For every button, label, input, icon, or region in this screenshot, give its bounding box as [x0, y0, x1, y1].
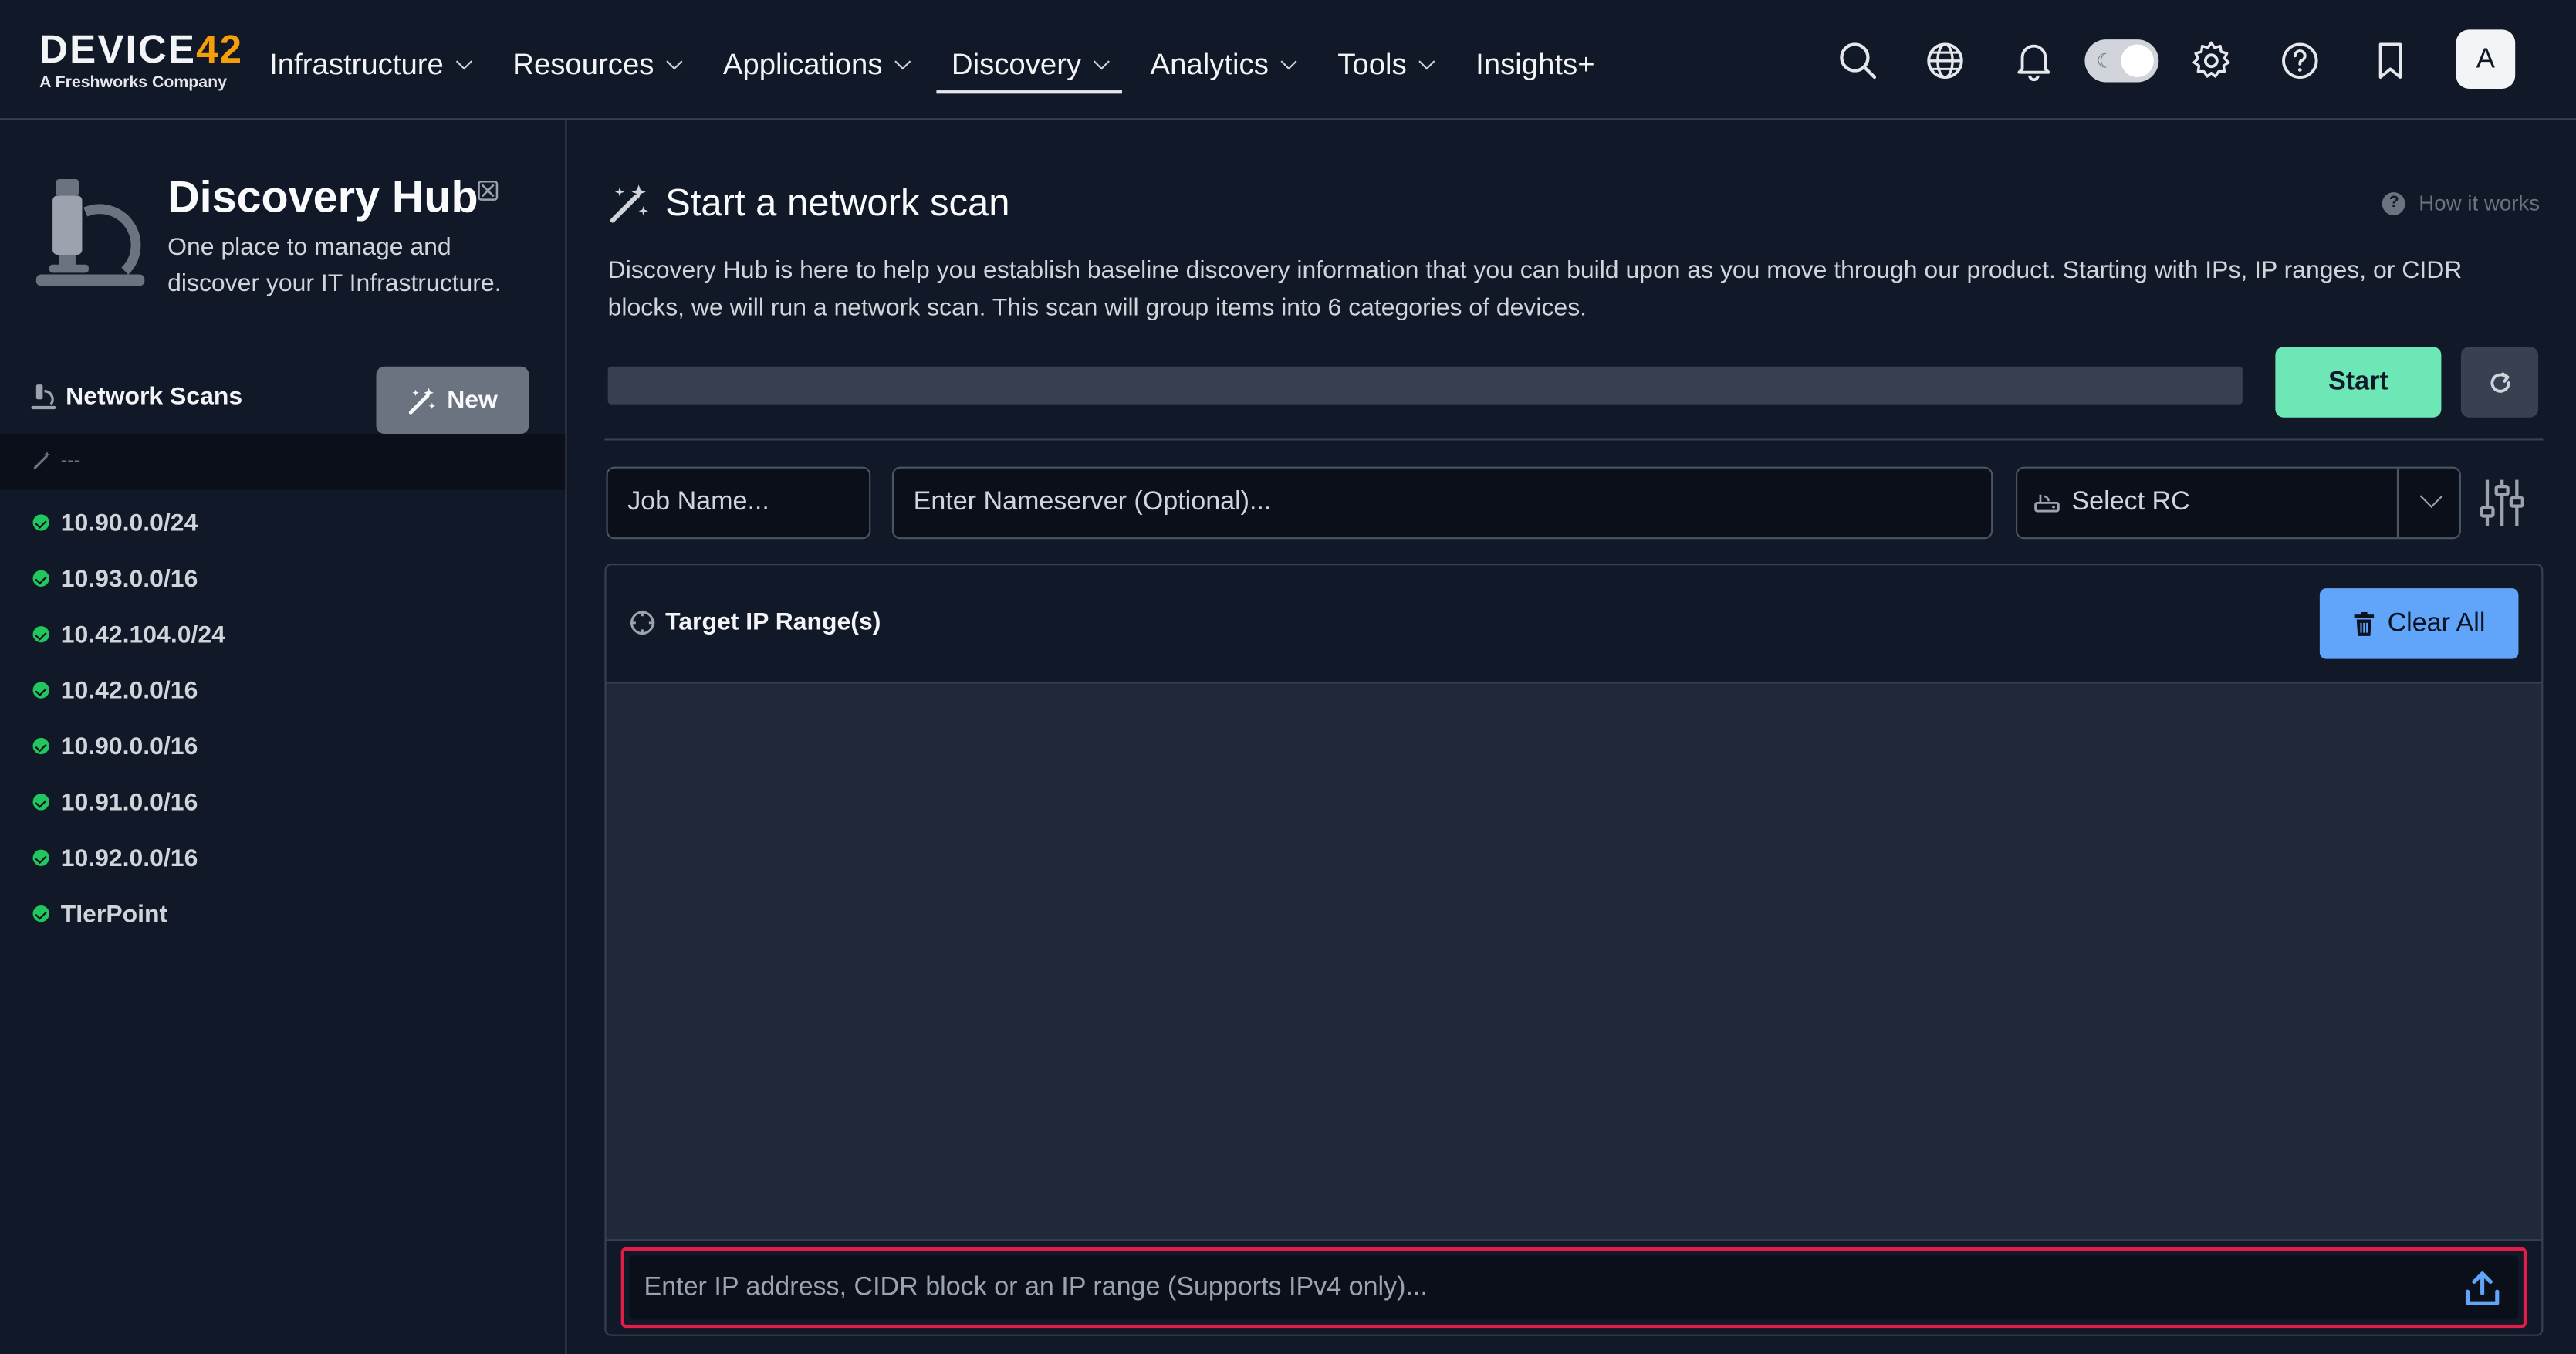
scan-progress-bar [607, 366, 2243, 405]
job-name-field[interactable] [606, 466, 871, 540]
bookmark-icon[interactable] [2369, 39, 2412, 82]
scan-item[interactable]: 10.90.0.0/16 [32, 718, 225, 773]
panel-header: Target IP Range(s) Clear All [606, 565, 2542, 684]
status-ok-icon [32, 737, 49, 755]
sliders-icon[interactable] [2477, 475, 2527, 530]
description-text: Discovery Hub is here to help you establ… [607, 256, 2463, 323]
collapse-icon[interactable] [476, 179, 499, 202]
chevron-down-icon [1094, 52, 1111, 69]
status-ok-icon [32, 626, 49, 643]
scan-item[interactable]: 10.93.0.0/16 [32, 550, 225, 606]
scan-item-label: 10.93.0.0/16 [60, 564, 198, 593]
ip-input-bar [606, 1239, 2542, 1335]
nav-item-discovery[interactable]: Discovery [936, 36, 1123, 94]
avatar[interactable]: A [2456, 29, 2516, 89]
magic-wand-icon [33, 451, 51, 469]
how-it-works-link[interactable]: ? How it works [2382, 191, 2540, 215]
ip-range-input[interactable] [644, 1272, 2435, 1303]
nav-item-resources[interactable]: Resources [512, 36, 683, 92]
scan-item-label: 10.92.0.0/16 [60, 844, 198, 872]
scan-item-label: TIerPoint [60, 899, 168, 928]
theme-toggle[interactable]: ☾ [2084, 39, 2159, 83]
help-icon: ? [2382, 191, 2406, 215]
globe-icon[interactable] [1924, 39, 1966, 82]
divider [604, 438, 2544, 441]
microscope-icon [35, 179, 145, 286]
nav-item-tools[interactable]: Tools [1337, 36, 1435, 92]
upload-icon[interactable] [2463, 1268, 2502, 1308]
chevron-down-icon [1418, 52, 1435, 69]
select-divider [2396, 468, 2399, 538]
scan-item-label: --- [60, 449, 81, 472]
chevron-down-icon [666, 52, 683, 69]
rc-select[interactable]: Select RC [2016, 466, 2461, 540]
scan-item[interactable]: 10.92.0.0/16 [32, 830, 225, 885]
scan-item-label: 10.42.0.0/16 [60, 676, 198, 705]
magic-wand-icon [610, 184, 648, 223]
scan-item-label: 10.42.104.0/24 [60, 620, 225, 648]
scan-item[interactable]: 10.91.0.0/16 [32, 774, 225, 830]
device42-logo[interactable]: DEVICE42 A Freshworks Company [39, 29, 245, 98]
nav-item-analytics[interactable]: Analytics [1151, 36, 1298, 92]
chevron-down-icon [1280, 52, 1298, 69]
search-icon[interactable] [1837, 39, 1879, 82]
logo-tagline: A Freshworks Company [39, 73, 228, 93]
ip-input-highlight [620, 1247, 2527, 1329]
job-name-input[interactable] [627, 488, 870, 518]
refresh-icon [2490, 371, 2510, 392]
ip-input-field[interactable] [629, 1255, 2519, 1320]
logo-wordmark: DEVICE42 [39, 28, 244, 73]
status-ok-icon [32, 849, 49, 866]
status-ok-icon [32, 905, 49, 922]
nav-item-infrastructure[interactable]: Infrastructure [269, 36, 473, 92]
toggle-knob [2121, 44, 2154, 78]
help-icon[interactable] [2279, 39, 2321, 82]
remote-collector-icon [2034, 494, 2060, 513]
refresh-button[interactable] [2460, 347, 2538, 418]
chevron-down-icon [455, 52, 473, 69]
scan-item[interactable]: 10.42.0.0/16 [32, 662, 225, 718]
scan-item-new[interactable]: --- [0, 434, 566, 490]
panel-title: Target IP Range(s) [629, 608, 881, 636]
network-scans-heading: Network Scans [29, 383, 242, 411]
section-title: Start a network scan [665, 181, 1010, 224]
nameserver-input[interactable] [913, 488, 1992, 518]
gear-icon[interactable] [2190, 39, 2233, 82]
scan-item-label: 10.90.0.0/16 [60, 732, 198, 760]
nav-item-applications[interactable]: Applications [723, 36, 911, 92]
scan-item[interactable]: 10.90.0.0/24 [32, 495, 225, 550]
bell-icon[interactable] [2013, 39, 2055, 82]
microscope-small-icon [31, 384, 56, 410]
app-root: DEVICE42 A Freshworks Company Infrastruc… [0, 0, 2576, 1354]
scan-item-label: 10.91.0.0/16 [60, 787, 198, 816]
nameserver-field[interactable] [891, 466, 1993, 540]
main-content: Start a network scan ? How it works Disc… [566, 120, 2576, 1354]
sidebar: Discovery Hub One place to manage and di… [0, 120, 567, 1354]
scan-item-label: 10.90.0.0/24 [60, 508, 198, 537]
scan-item[interactable]: TIerPoint [32, 885, 225, 941]
top-navbar: DEVICE42 A Freshworks Company Infrastruc… [0, 0, 2576, 120]
page-title: Discovery Hub [167, 172, 478, 222]
moon-icon: ☾ [2096, 49, 2115, 73]
rc-select-value: Select RC [2071, 488, 2190, 516]
hub-subtitle: One place to manage and discover your IT… [167, 233, 502, 298]
new-scan-button[interactable]: New [376, 366, 529, 435]
magic-wand-icon [409, 387, 436, 414]
status-ok-icon [32, 514, 49, 531]
main-menu: Infrastructure Resources Applications Di… [269, 36, 1638, 94]
clear-all-button[interactable]: Clear All [2319, 588, 2519, 659]
start-button[interactable]: Start [2275, 347, 2442, 418]
status-ok-icon [32, 794, 49, 811]
scan-item[interactable]: 10.42.104.0/24 [32, 607, 225, 662]
target-icon [630, 609, 655, 635]
scan-list: 10.90.0.0/24 10.93.0.0/16 10.42.104.0/24… [32, 495, 225, 942]
chevron-down-icon [894, 52, 911, 69]
nav-item-insights[interactable]: Insights+ [1476, 36, 1594, 92]
status-ok-icon [32, 570, 49, 587]
chevron-down-icon [2419, 484, 2443, 508]
trash-icon [2355, 611, 2375, 635]
status-ok-icon [32, 682, 49, 699]
target-ip-panel: Target IP Range(s) Clear All [604, 564, 2544, 1336]
